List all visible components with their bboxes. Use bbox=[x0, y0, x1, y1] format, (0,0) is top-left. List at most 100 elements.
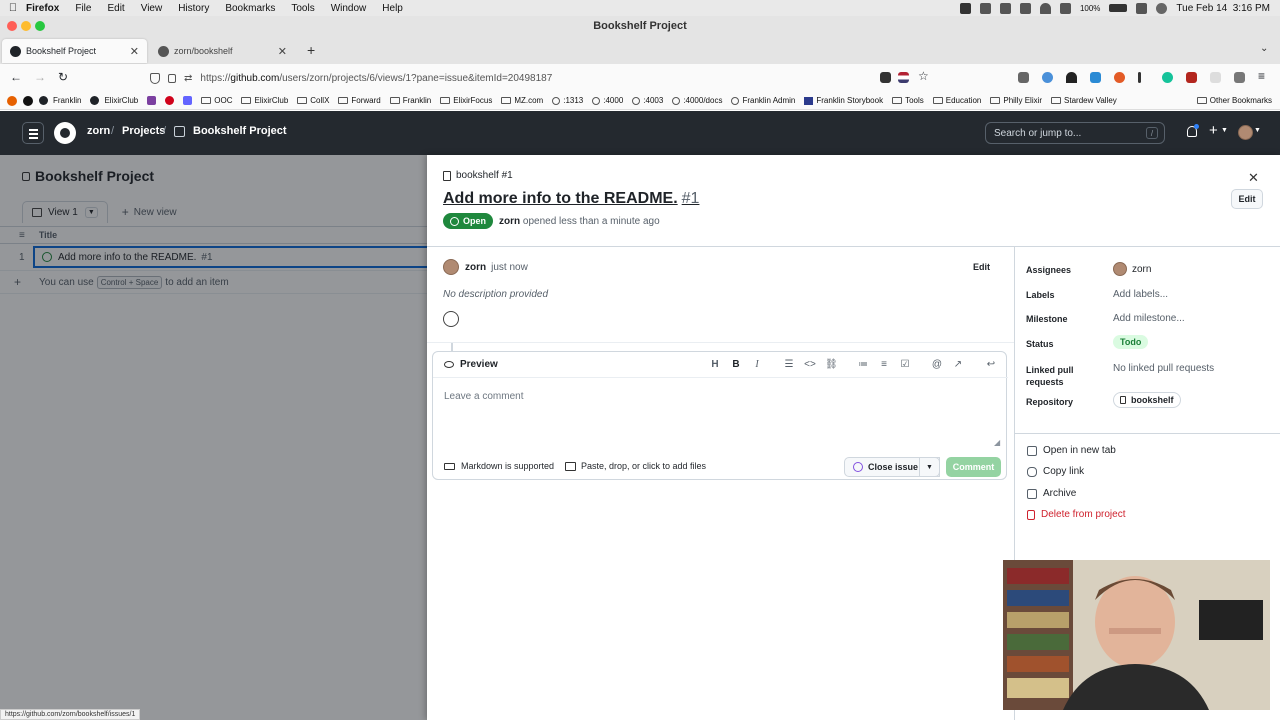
search-input[interactable]: Search or jump to... / bbox=[985, 122, 1165, 144]
grammarly-bookmark-icon[interactable] bbox=[165, 96, 175, 105]
bookmark-folder-tools[interactable]: Tools bbox=[892, 96, 924, 105]
shield-icon[interactable] bbox=[150, 72, 160, 84]
open-in-new-tab-action[interactable]: Open in new tab bbox=[1027, 445, 1116, 456]
bookmark-folder-philly-elixir[interactable]: Philly Elixir bbox=[990, 96, 1042, 105]
volume-icon[interactable] bbox=[1059, 2, 1071, 14]
bookmark-folder-education[interactable]: Education bbox=[932, 96, 981, 105]
bookmark-folder-franklin[interactable]: Franklin bbox=[389, 96, 431, 105]
forward-arrow-icon[interactable]: → bbox=[34, 70, 46, 84]
modal-backdrop[interactable] bbox=[0, 155, 427, 720]
close-issue-options-caret[interactable]: ▼ bbox=[919, 457, 940, 477]
assignees-value[interactable]: zorn bbox=[1113, 262, 1151, 276]
extension-9-icon[interactable] bbox=[1210, 72, 1221, 83]
bookmark-folder-mz[interactable]: MZ.com bbox=[501, 96, 543, 105]
firefox-logo-icon[interactable] bbox=[7, 95, 17, 106]
menu-firefox[interactable]: Firefox bbox=[26, 3, 59, 14]
menu-bookmarks[interactable]: Bookmarks bbox=[225, 3, 275, 14]
delete-from-project-action[interactable]: Delete from project bbox=[1027, 509, 1125, 520]
minimize-window-button[interactable] bbox=[21, 21, 31, 31]
menu-view[interactable]: View bbox=[141, 3, 163, 14]
bookmark-4000-docs[interactable]: :4000/docs bbox=[672, 96, 722, 105]
siri-icon[interactable] bbox=[1156, 2, 1168, 14]
comment-time[interactable]: just now bbox=[491, 262, 528, 273]
extension-2-icon[interactable] bbox=[1042, 72, 1053, 83]
repository-pill[interactable]: bookshelf bbox=[1113, 392, 1181, 408]
mention-icon[interactable]: @ bbox=[931, 359, 943, 371]
bookmark-folder-elixirfocus[interactable]: ElixirFocus bbox=[440, 96, 492, 105]
copy-link-action[interactable]: Copy link bbox=[1027, 466, 1084, 477]
archive-action[interactable]: Archive bbox=[1027, 488, 1076, 499]
milestone-value[interactable]: Add milestone... bbox=[1113, 313, 1185, 324]
hamburger-menu-button[interactable] bbox=[22, 122, 44, 144]
numbered-list-icon[interactable]: ≡ bbox=[878, 359, 890, 371]
back-arrow-icon[interactable]: ← bbox=[10, 70, 22, 84]
bookmark-elixirclub[interactable]: ElixirClub bbox=[90, 96, 138, 105]
display-icon[interactable] bbox=[1019, 2, 1031, 14]
tab-zorn-bookshelf[interactable]: zorn/bookshelf ✕ bbox=[150, 39, 295, 63]
battery-icon[interactable] bbox=[1109, 4, 1128, 12]
task-list-icon[interactable]: ☑ bbox=[899, 359, 911, 371]
app-menu-icon[interactable]: ≡ bbox=[1258, 69, 1265, 83]
create-new-plus-icon[interactable]: + bbox=[1209, 122, 1218, 139]
qr-code-icon[interactable] bbox=[880, 72, 891, 83]
close-panel-icon[interactable]: ✕ bbox=[1248, 170, 1259, 186]
wifi-icon[interactable] bbox=[1039, 2, 1051, 14]
bookmark-other[interactable]: Other Bookmarks bbox=[1196, 96, 1272, 105]
breadcrumb-project[interactable]: Bookshelf Project bbox=[193, 125, 287, 137]
tab-bookshelf-project[interactable]: Bookshelf Project ✕ bbox=[2, 39, 147, 63]
resize-handle-icon[interactable]: ◢ bbox=[994, 438, 1000, 447]
bookmark-franklin[interactable]: Franklin bbox=[39, 96, 81, 105]
link-icon[interactable]: ⛓ bbox=[825, 359, 838, 371]
bookmark-folder-stardew[interactable]: Stardew Valley bbox=[1051, 96, 1117, 105]
comment-author-avatar[interactable] bbox=[443, 259, 459, 275]
preview-tab[interactable]: Preview bbox=[460, 359, 498, 370]
extension-6-icon[interactable] bbox=[1138, 72, 1141, 83]
extension-4-icon[interactable] bbox=[1090, 72, 1101, 83]
bulleted-list-icon[interactable]: ≔ bbox=[857, 359, 869, 371]
user-avatar[interactable] bbox=[1238, 125, 1253, 140]
heading-icon[interactable]: H bbox=[709, 359, 721, 371]
skype-icon[interactable] bbox=[959, 2, 971, 14]
bold-icon[interactable]: B bbox=[730, 359, 742, 371]
grammarly-icon[interactable] bbox=[1162, 72, 1173, 83]
markdown-supported-link[interactable]: Markdown is supported bbox=[444, 461, 554, 471]
code-icon[interactable]: <> bbox=[804, 359, 816, 371]
bookmark-1313[interactable]: :1313 bbox=[552, 96, 583, 105]
menu-tools[interactable]: Tools bbox=[291, 3, 314, 14]
menu-history[interactable]: History bbox=[178, 3, 209, 14]
comment-button[interactable]: Comment bbox=[946, 457, 1001, 477]
control-center-icon[interactable] bbox=[1136, 2, 1148, 14]
add-reaction-smiley-icon[interactable] bbox=[443, 311, 459, 327]
apple-icon[interactable]:  bbox=[0, 2, 26, 14]
comment-textarea[interactable]: Leave a comment bbox=[444, 391, 994, 441]
bookmark-folder-ooc[interactable]: OOC bbox=[201, 96, 232, 105]
bookmark-folder-elixirclub[interactable]: ElixirClub bbox=[241, 96, 288, 105]
extension-8-icon[interactable] bbox=[1186, 72, 1197, 83]
attach-files-link[interactable]: Paste, drop, or click to add files bbox=[565, 461, 706, 471]
dropbox-icon[interactable] bbox=[979, 2, 991, 14]
issue-title[interactable]: Add more info to the README. #1 bbox=[443, 190, 699, 208]
issue-number[interactable]: #1 bbox=[682, 190, 700, 207]
new-tab-icon[interactable]: + bbox=[307, 42, 315, 58]
dropdown-caret-icon[interactable]: ▼ bbox=[1254, 127, 1261, 134]
permissions-icon[interactable]: ⇄ bbox=[184, 73, 192, 84]
close-window-button[interactable] bbox=[7, 21, 17, 31]
bookmark-folder-collx[interactable]: CollX bbox=[297, 96, 329, 105]
status-value[interactable]: Todo bbox=[1113, 335, 1149, 349]
undo-reply-icon[interactable]: ↩ bbox=[985, 359, 997, 371]
lock-icon[interactable] bbox=[168, 73, 176, 83]
bookmark-franklin-storybook[interactable]: Franklin Storybook bbox=[804, 96, 883, 105]
bookmark-4000[interactable]: :4000 bbox=[592, 96, 623, 105]
issue-title-text[interactable]: Add more info to the README. bbox=[443, 190, 678, 207]
url-bar[interactable]: ⇄ https://github.com/users/zorn/projects… bbox=[150, 67, 935, 89]
edit-comment-button[interactable]: Edit bbox=[973, 262, 990, 272]
github-bookmark-icon[interactable] bbox=[23, 95, 33, 106]
menu-clock[interactable]: Tue Feb 14 3:16 PM bbox=[1176, 3, 1270, 14]
linked-pull-requests-value[interactable]: No linked pull requests bbox=[1113, 363, 1214, 374]
italic-icon[interactable]: I bbox=[751, 359, 763, 371]
labels-value[interactable]: Add labels... bbox=[1113, 289, 1168, 300]
bookmark-star-icon[interactable]: ☆ bbox=[918, 69, 929, 83]
bookmark-4003[interactable]: :4003 bbox=[632, 96, 663, 105]
extensions-puzzle-icon[interactable] bbox=[1234, 72, 1245, 83]
menu-edit[interactable]: Edit bbox=[107, 3, 124, 14]
